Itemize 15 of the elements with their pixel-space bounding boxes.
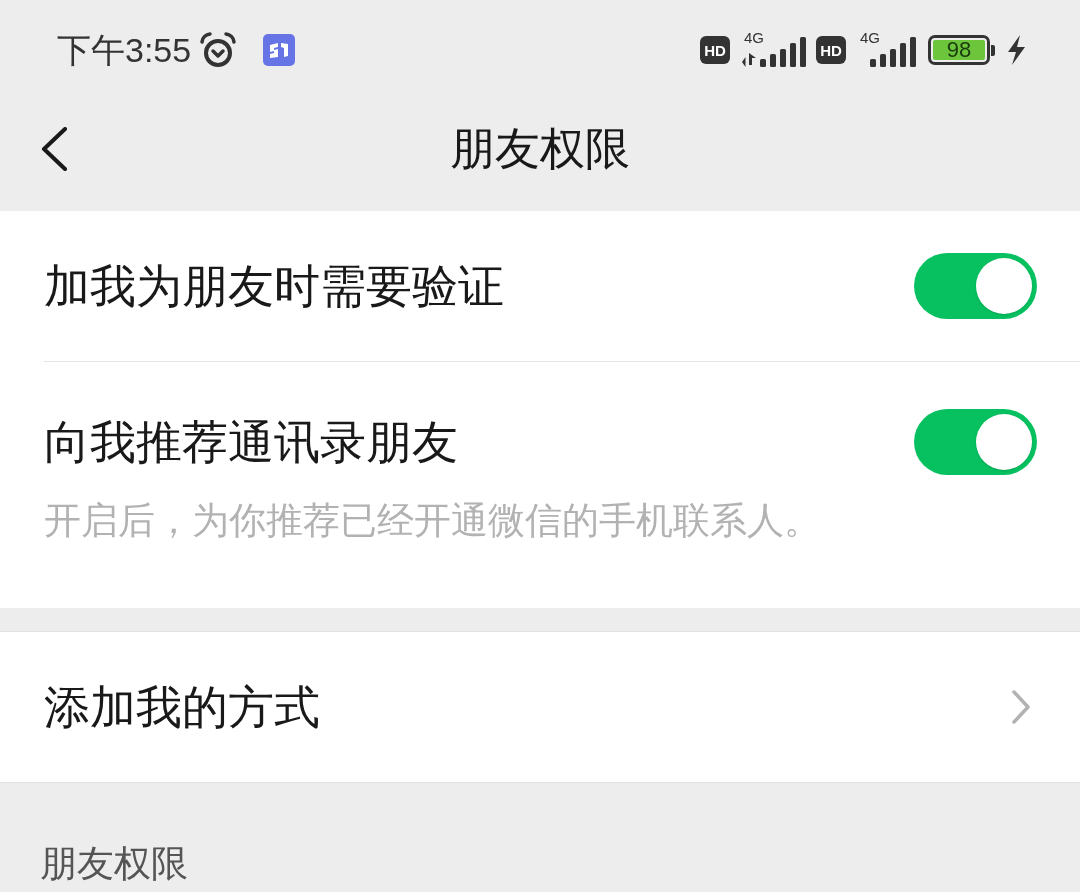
chevron-right-icon	[1012, 690, 1030, 724]
alarm-clock-icon	[199, 32, 238, 68]
hd-badge: HD	[700, 36, 730, 64]
setting-label: 向我推荐通讯录朋友	[44, 419, 458, 465]
hd-badge: HD	[816, 36, 846, 64]
network-type-label: 4G	[744, 30, 764, 45]
app-icon	[263, 34, 296, 66]
setting-description: 开启后，为你推荐已经开通微信的手机联系人。	[43, 501, 822, 541]
page-title: 朋友权限	[450, 126, 630, 171]
section-header: 朋友权限	[40, 843, 188, 884]
setting-label: 加我为朋友时需要验证	[44, 263, 504, 309]
status-time: 下午3:55	[57, 33, 192, 67]
battery-percentage: 98	[933, 40, 985, 60]
network-type-label: 4G	[860, 30, 880, 45]
back-icon[interactable]	[40, 126, 68, 171]
